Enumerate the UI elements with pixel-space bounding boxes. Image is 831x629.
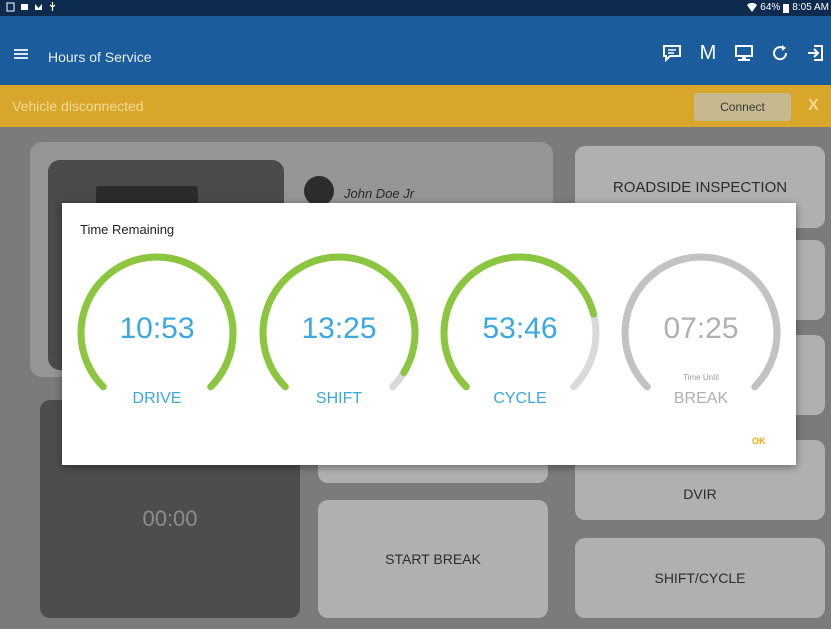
connect-button[interactable]: Connect xyxy=(694,93,791,121)
dvir-label: DVIR xyxy=(683,486,717,502)
app-bar-actions: M xyxy=(661,42,827,64)
cycle-gauge: 53:46 CYCLE xyxy=(437,250,603,416)
ok-button[interactable]: OK xyxy=(752,436,766,446)
drive-time: 10:53 xyxy=(119,312,195,345)
status-bar: 64% 8:05 AM xyxy=(0,0,831,16)
monitor-icon[interactable] xyxy=(733,42,755,64)
status-time: 8:05 AM xyxy=(792,2,829,13)
break-gauge: 07:25 Time Until BREAK xyxy=(618,250,784,416)
wifi-icon xyxy=(747,2,758,12)
timer-value: 00:00 xyxy=(142,506,198,531)
user-name: John Doe Jr xyxy=(344,186,415,201)
status-icons xyxy=(6,2,57,12)
logout-icon[interactable] xyxy=(805,42,827,64)
chat-icon[interactable] xyxy=(661,42,683,64)
start-break-button[interactable]: START BREAK xyxy=(318,500,548,618)
shift-time: 13:25 xyxy=(301,312,377,345)
gmail-icon xyxy=(35,4,42,10)
notification-icon xyxy=(6,2,15,12)
m-icon[interactable]: M xyxy=(697,42,719,64)
battery-level: 64% xyxy=(760,2,781,13)
cycle-time: 53:46 xyxy=(482,312,558,345)
banner-close-button[interactable]: X xyxy=(808,97,819,115)
break-sublabel: Time Until xyxy=(683,373,719,382)
status-right: 64% 8:05 AM xyxy=(747,2,829,13)
gallery-icon xyxy=(21,4,28,10)
banner-text: Vehicle disconnected xyxy=(12,98,144,114)
shift-cycle-button[interactable]: SHIFT/CYCLE xyxy=(575,538,825,618)
page-title: Hours of Service xyxy=(48,49,152,65)
cycle-label: CYCLE xyxy=(493,390,547,407)
app-bar: Hours of Service M xyxy=(0,16,831,85)
usb-icon xyxy=(49,2,56,11)
drive-label: DRIVE xyxy=(132,390,182,407)
shift-gauge: 13:25 SHIFT xyxy=(256,250,422,416)
drive-gauge: 10:53 DRIVE xyxy=(74,250,240,416)
break-time: 07:25 xyxy=(663,312,739,345)
menu-icon[interactable] xyxy=(14,49,28,59)
battery-icon xyxy=(783,3,790,13)
shift-label: SHIFT xyxy=(315,390,363,407)
dialog-title: Time Remaining xyxy=(80,222,175,237)
break-label: BREAK xyxy=(673,390,729,407)
refresh-icon[interactable] xyxy=(769,42,791,64)
avatar xyxy=(304,176,334,206)
